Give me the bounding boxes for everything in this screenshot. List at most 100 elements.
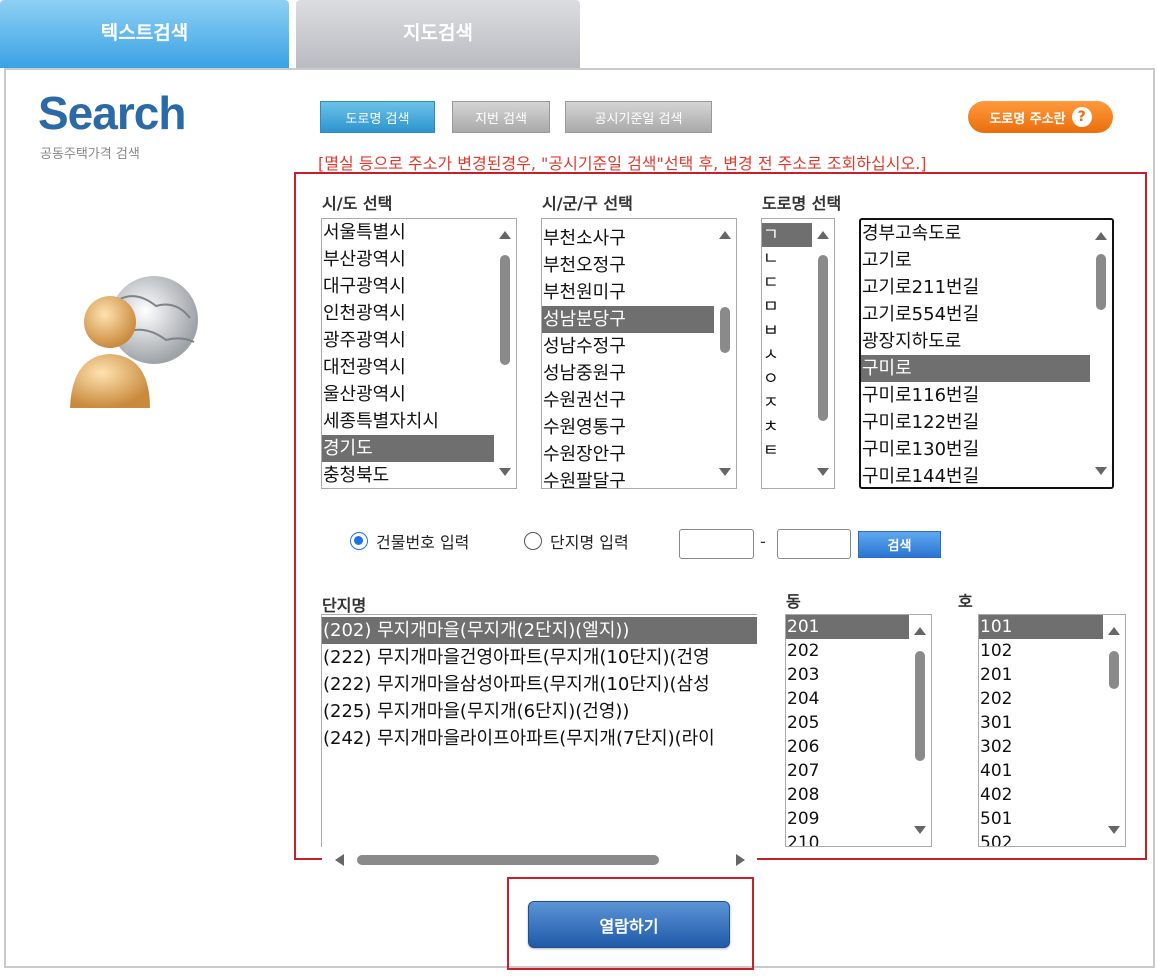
complex-name-radio[interactable]: 단지명 입력 bbox=[524, 529, 629, 553]
ho-option[interactable]: 302 bbox=[979, 735, 1103, 759]
sigungu-option[interactable]: 수원팔달구 bbox=[542, 468, 714, 488]
complex-listbox[interactable]: (202) 무지개마을(무지개(2단지)(엘지)) (222) 무지개마을건영아파… bbox=[321, 614, 757, 847]
ho-option[interactable]: 301 bbox=[979, 711, 1103, 735]
complex-option[interactable]: (202) 무지개마을(무지개(2단지)(엘지)) bbox=[322, 617, 757, 644]
road-search-button[interactable]: 도로명 검색 bbox=[320, 101, 435, 133]
road-option[interactable]: 고기로554번길 bbox=[861, 301, 1090, 328]
initial-option[interactable]: ㅇ bbox=[762, 367, 812, 391]
ho-option[interactable]: 202 bbox=[979, 687, 1103, 711]
sido-option[interactable]: 경기도 bbox=[322, 435, 494, 462]
help-icon: ? bbox=[1071, 107, 1092, 127]
scroll-left-icon[interactable] bbox=[335, 854, 344, 866]
ho-option[interactable]: 502 bbox=[979, 831, 1103, 846]
sigungu-option[interactable]: 부천소사구 bbox=[542, 225, 714, 252]
sido-option[interactable]: 울산광역시 bbox=[322, 381, 494, 408]
dong-option[interactable]: 205 bbox=[786, 711, 909, 735]
sigungu-listbox[interactable]: 부천소사구 부천오정구 부천원미구 성남분당구 성남수정구 성남중원구 수원권선구 수원영통구… bbox=[541, 218, 737, 489]
initial-scrollbar[interactable] bbox=[812, 219, 834, 488]
dong-option[interactable]: 202 bbox=[786, 639, 909, 663]
initial-option[interactable]: ㄷ bbox=[762, 271, 812, 295]
sido-listbox[interactable]: 서울특별시 부산광역시 대구광역시 인천광역시 광주광역시 대전광역시 울산광역시 세종특별자… bbox=[321, 218, 517, 489]
sido-option[interactable]: 대구광역시 bbox=[322, 273, 494, 300]
road-option[interactable]: 고기로 bbox=[861, 247, 1090, 274]
sido-option[interactable]: 광주광역시 bbox=[322, 327, 494, 354]
complex-option[interactable]: (222) 무지개마을건영아파트(무지개(10단지)(건영 bbox=[322, 644, 757, 671]
complex-option[interactable]: (225) 무지개마을(무지개(6단지)(건영)) bbox=[322, 698, 757, 725]
ho-option[interactable]: 101 bbox=[979, 615, 1103, 639]
initial-option[interactable]: ㅌ bbox=[762, 439, 812, 463]
sigungu-option[interactable]: 수원영통구 bbox=[542, 414, 714, 441]
complex-option[interactable]: (242) 무지개마을라이프아파트(무지개(7단지)(라이 bbox=[322, 725, 757, 752]
scroll-right-icon[interactable] bbox=[736, 854, 745, 866]
sido-option[interactable]: 부산광역시 bbox=[322, 246, 494, 273]
road-option[interactable]: 고기로211번길 bbox=[861, 274, 1090, 301]
road-listbox[interactable]: 경부고속도로 고기로 고기로211번길 고기로554번길 광장지하도로 구미로 구미로116… bbox=[859, 218, 1114, 489]
road-option[interactable]: 경부고속도로 bbox=[861, 220, 1090, 247]
initial-option[interactable]: ㄱ bbox=[762, 223, 812, 247]
sigungu-option[interactable]: 수원장안구 bbox=[542, 441, 714, 468]
ho-option[interactable]: 201 bbox=[979, 663, 1103, 687]
building-number-radio[interactable]: 건물번호 입력 bbox=[350, 529, 469, 553]
sigungu-option[interactable]: 수원권선구 bbox=[542, 387, 714, 414]
road-option[interactable]: 구미로130번길 bbox=[861, 436, 1090, 463]
sub-number-input[interactable] bbox=[777, 529, 851, 559]
sigungu-option[interactable]: 성남수정구 bbox=[542, 333, 714, 360]
complex-name-radio-label: 단지명 입력 bbox=[550, 533, 629, 552]
sido-option[interactable]: 인천광역시 bbox=[322, 300, 494, 327]
sigungu-option[interactable]: 성남분당구 bbox=[542, 306, 714, 333]
road-option[interactable]: 광장지하도로 bbox=[861, 328, 1090, 355]
initial-option[interactable]: ㅊ bbox=[762, 415, 812, 439]
sido-option[interactable]: 대전광역시 bbox=[322, 354, 494, 381]
road-option[interactable]: 구미로116번길 bbox=[861, 382, 1090, 409]
road-option[interactable]: 구미로 bbox=[861, 355, 1090, 382]
road-scrollbar[interactable] bbox=[1090, 220, 1112, 487]
dong-option[interactable]: 208 bbox=[786, 783, 909, 807]
road-option[interactable]: 구미로144번길 bbox=[861, 463, 1090, 487]
date-search-button[interactable]: 공시기준일 검색 bbox=[565, 101, 712, 133]
ho-scrollbar[interactable] bbox=[1103, 615, 1125, 846]
road-option[interactable]: 구미로122번길 bbox=[861, 409, 1090, 436]
road-initial-listbox[interactable]: ㄱㄴㄷㅁㅂㅅㅇㅈㅊㅌ bbox=[761, 218, 835, 489]
tab-text-search[interactable]: 텍스트검색 bbox=[0, 0, 289, 68]
dong-scrollbar[interactable] bbox=[909, 615, 931, 846]
dong-option[interactable]: 210 bbox=[786, 831, 909, 846]
dong-label: 동 bbox=[786, 592, 801, 611]
dong-option[interactable]: 201 bbox=[786, 615, 909, 639]
tab-map-search[interactable]: 지도검색 bbox=[296, 0, 580, 68]
scroll-thumb[interactable] bbox=[357, 855, 659, 865]
main-number-input[interactable] bbox=[679, 529, 754, 559]
ho-listbox[interactable]: 101 102 201 202 301 302 401 402 501 502 bbox=[978, 614, 1126, 847]
initial-option[interactable]: ㅂ bbox=[762, 319, 812, 343]
dong-listbox[interactable]: 201 202 203 204 205 206 207 208 209 210 bbox=[785, 614, 932, 847]
road-address-guide-button[interactable]: 도로명 주소란 ? bbox=[968, 101, 1113, 133]
radio-selected-icon bbox=[350, 532, 368, 550]
sido-option[interactable]: 서울특별시 bbox=[322, 219, 494, 246]
ho-option[interactable]: 501 bbox=[979, 807, 1103, 831]
ho-option[interactable]: 401 bbox=[979, 759, 1103, 783]
lot-search-button[interactable]: 지번 검색 bbox=[452, 101, 550, 133]
dong-option[interactable]: 207 bbox=[786, 759, 909, 783]
number-dash: - bbox=[760, 532, 766, 551]
sigungu-scrollbar[interactable] bbox=[714, 219, 736, 488]
sido-scrollbar[interactable] bbox=[494, 219, 516, 488]
ho-option[interactable]: 402 bbox=[979, 783, 1103, 807]
sido-option[interactable]: 충청북도 bbox=[322, 462, 494, 488]
initial-option[interactable]: ㅈ bbox=[762, 391, 812, 415]
complex-option[interactable]: (222) 무지개마을삼성아파트(무지개(10단지)(삼성 bbox=[322, 671, 757, 698]
dong-option[interactable]: 204 bbox=[786, 687, 909, 711]
initial-option[interactable]: ㅅ bbox=[762, 343, 812, 367]
search-button[interactable]: 검색 bbox=[858, 531, 941, 558]
view-button[interactable]: 열람하기 bbox=[528, 901, 730, 948]
dong-option[interactable]: 209 bbox=[786, 807, 909, 831]
sigungu-option[interactable]: 부천오정구 bbox=[542, 252, 714, 279]
complex-horizontal-scrollbar[interactable] bbox=[322, 846, 757, 872]
road-address-guide-label: 도로명 주소란 bbox=[989, 111, 1066, 127]
initial-option[interactable]: ㄴ bbox=[762, 247, 812, 271]
sido-option[interactable]: 세종특별자치시 bbox=[322, 408, 494, 435]
dong-option[interactable]: 206 bbox=[786, 735, 909, 759]
ho-option[interactable]: 102 bbox=[979, 639, 1103, 663]
sigungu-option[interactable]: 부천원미구 bbox=[542, 279, 714, 306]
sigungu-option[interactable]: 성남중원구 bbox=[542, 360, 714, 387]
dong-option[interactable]: 203 bbox=[786, 663, 909, 687]
initial-option[interactable]: ㅁ bbox=[762, 295, 812, 319]
